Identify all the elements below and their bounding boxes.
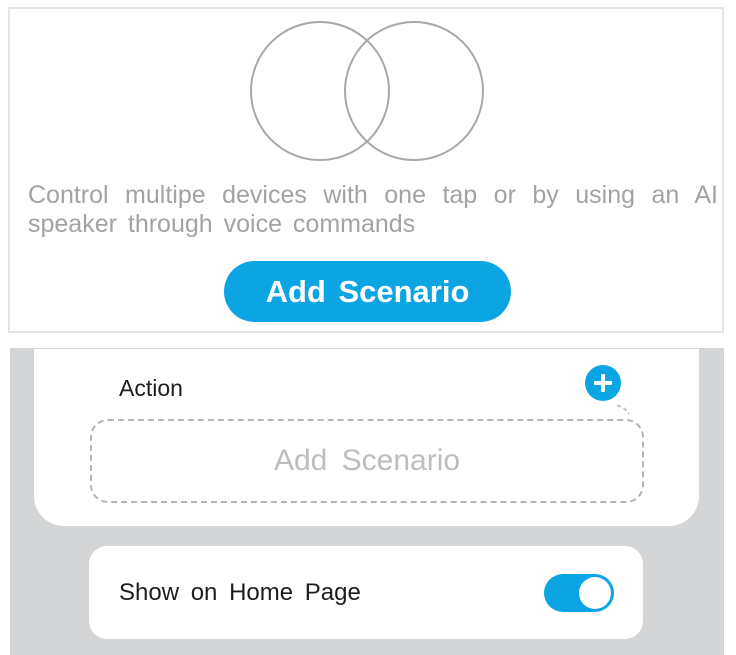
add-scenario-placeholder[interactable]: Add Scenario [90, 419, 644, 503]
toggle-knob [579, 577, 611, 609]
empty-state-card: Control multipe devices with one tap or … [8, 7, 724, 333]
empty-state-description: Control multipe devices with one tap or … [28, 181, 718, 238]
show-on-home-page-toggle[interactable] [544, 574, 614, 612]
add-scenario-placeholder-label: Add Scenario [273, 444, 461, 477]
show-on-home-page-row: Show on Home Page [89, 546, 643, 639]
add-scenario-button[interactable]: Add Scenario [224, 261, 511, 322]
add-action-icon[interactable] [585, 365, 621, 401]
scenario-circles-icon [250, 21, 484, 161]
action-card: Action Add Scenario [34, 349, 699, 526]
show-on-home-page-label: Show on Home Page [119, 579, 361, 606]
dashed-corner-icon [616, 405, 630, 415]
action-label: Action [119, 375, 183, 401]
